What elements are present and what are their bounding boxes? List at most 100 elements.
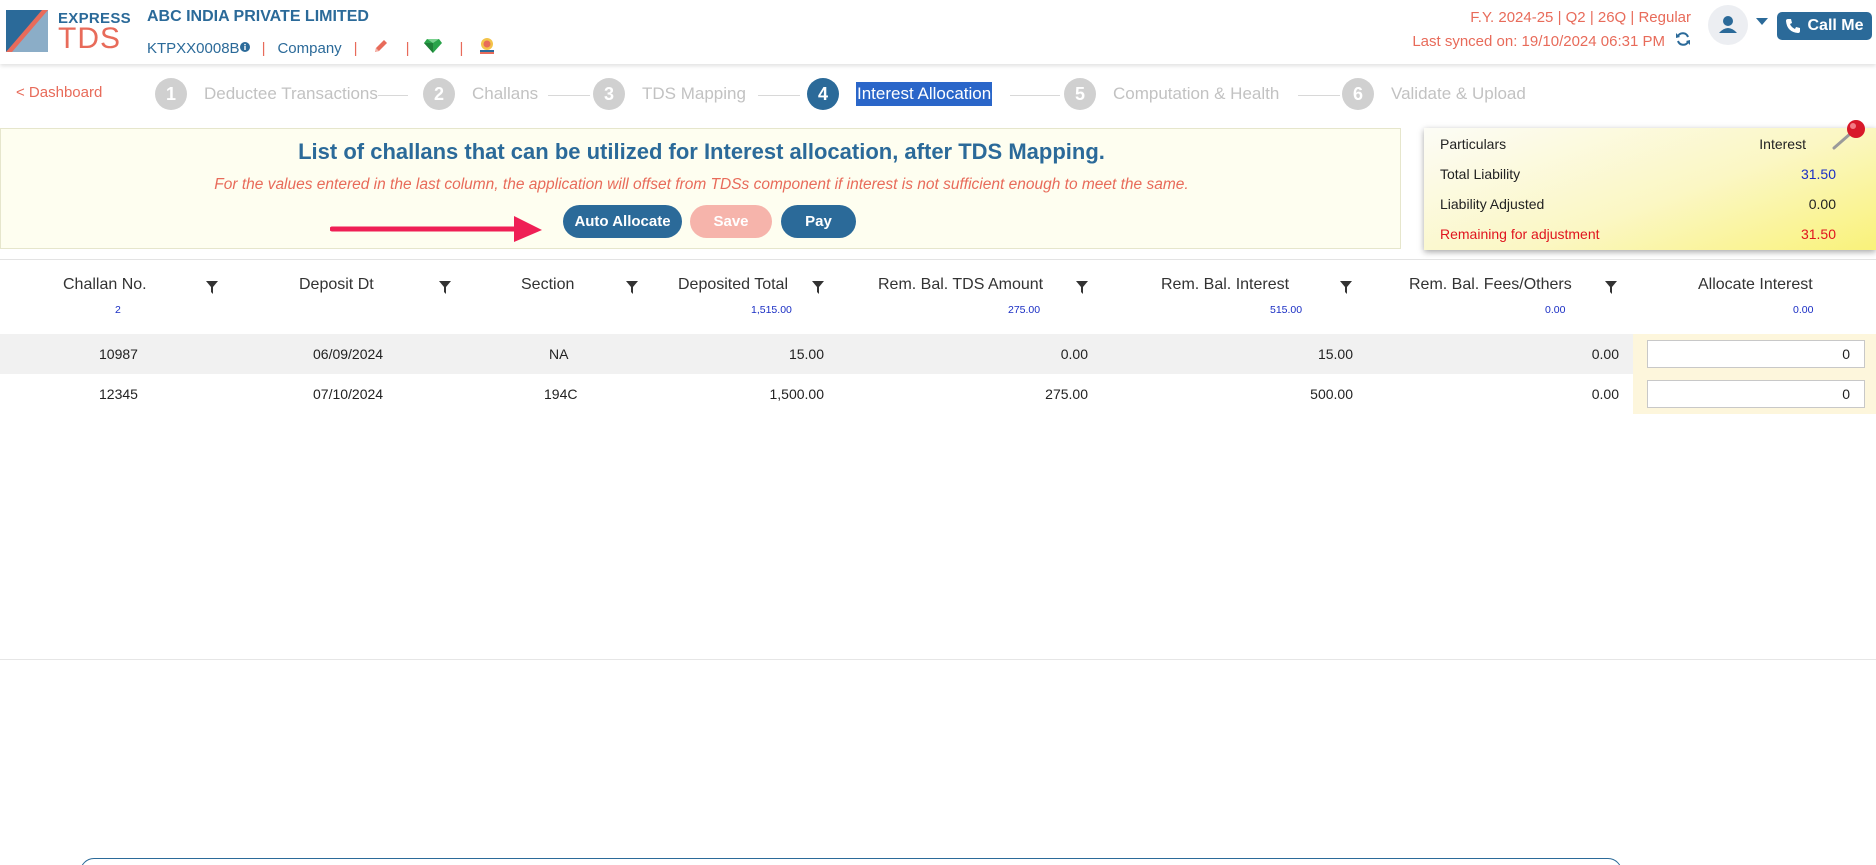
col-total-allocate: 0.00 bbox=[1793, 304, 1814, 316]
call-me-label: Call Me bbox=[1807, 17, 1864, 34]
filter-icon[interactable] bbox=[1605, 281, 1617, 294]
separator: | bbox=[353, 39, 358, 57]
summary-row-remaining: Remaining for adjustment 31.50 bbox=[1440, 226, 1836, 242]
pin-icon[interactable] bbox=[1830, 118, 1870, 152]
step-label: Challans bbox=[472, 84, 539, 103]
table-top-border bbox=[0, 259, 1876, 260]
pointer-arrow-icon bbox=[330, 216, 542, 242]
dashboard-back-link[interactable]: < Dashboard bbox=[16, 84, 102, 101]
table-bottom-border bbox=[0, 659, 1876, 660]
col-total-rem-tds: 275.00 bbox=[1008, 304, 1041, 316]
filter-icon[interactable] bbox=[1340, 281, 1352, 294]
step-number: 2 bbox=[423, 78, 455, 110]
express-tds-logo[interactable]: EXPRESS TDS bbox=[6, 8, 131, 55]
cell-deposit-dt: 07/10/2024 bbox=[313, 386, 384, 402]
filter-icon[interactable] bbox=[626, 281, 638, 294]
col-header-section[interactable]: Section bbox=[521, 276, 574, 294]
summary-col-particulars: Particulars bbox=[1440, 136, 1507, 152]
step-computation-health[interactable]: 5 Computation & Health bbox=[1064, 78, 1279, 110]
cell-rem-interest: 500.00 bbox=[1310, 386, 1353, 402]
last-synced-text: Last synced on: 19/10/2024 06:31 PM bbox=[1412, 33, 1665, 50]
summary-value: 0.00 bbox=[1808, 196, 1836, 212]
info-icon[interactable] bbox=[239, 42, 250, 54]
col-header-challan-no[interactable]: Challan No. bbox=[63, 276, 147, 294]
table-row[interactable]: 12345 07/10/2024 194C 1,500.00 275.00 50… bbox=[0, 374, 1876, 414]
step-interest-allocation[interactable]: 4 Interest Allocation bbox=[807, 78, 993, 110]
cell-section: NA bbox=[549, 346, 569, 362]
summary-row-total-liability: Total Liability 31.50 bbox=[1440, 166, 1836, 182]
col-header-rem-bal-interest[interactable]: Rem. Bal. Interest bbox=[1161, 276, 1289, 294]
step-label: Validate & Upload bbox=[1391, 84, 1526, 103]
filter-icon[interactable] bbox=[206, 281, 218, 294]
step-challans[interactable]: 2 Challans bbox=[423, 78, 538, 110]
banner-title: List of challans that can be utilized fo… bbox=[298, 139, 1105, 164]
sync-refresh-icon[interactable] bbox=[1675, 31, 1691, 52]
col-total-rem-fees: 0.00 bbox=[1545, 304, 1566, 316]
cell-rem-interest: 15.00 bbox=[1317, 346, 1353, 362]
step-deductee-transactions[interactable]: 1 Deductee Transactions bbox=[155, 78, 378, 110]
step-validate-upload[interactable]: 6 Validate & Upload bbox=[1342, 78, 1526, 110]
logo-mark-icon bbox=[6, 10, 48, 52]
step-label: Deductee Transactions bbox=[204, 84, 378, 103]
step-number: 3 bbox=[593, 78, 625, 110]
pay-button[interactable]: Pay bbox=[781, 205, 856, 238]
filter-icon[interactable] bbox=[812, 281, 824, 294]
top-header: EXPRESS TDS ABC INDIA PRIVATE LIMITED KT… bbox=[0, 0, 1876, 64]
step-tds-mapping[interactable]: 3 TDS Mapping bbox=[593, 78, 746, 110]
phone-icon bbox=[1786, 19, 1801, 33]
filter-icon[interactable] bbox=[1076, 281, 1088, 294]
separator: | bbox=[261, 39, 266, 57]
interest-summary-card: Particulars Interest Total Liability 31.… bbox=[1424, 128, 1876, 250]
call-me-button[interactable]: Call Me bbox=[1777, 12, 1872, 40]
logo-tds-text: TDS bbox=[58, 22, 121, 55]
cell-deposit-dt: 06/09/2024 bbox=[313, 346, 384, 362]
step-label: Interest Allocation bbox=[856, 82, 993, 106]
step-label: TDS Mapping bbox=[642, 84, 746, 103]
cell-challan-no: 12345 bbox=[99, 386, 138, 402]
user-avatar[interactable] bbox=[1708, 5, 1748, 45]
summary-value: 31.50 bbox=[1800, 166, 1836, 182]
summary-value: 31.50 bbox=[1800, 226, 1836, 242]
user-icon bbox=[1719, 16, 1737, 33]
last-synced-info: Last synced on: 19/10/2024 06:31 PM bbox=[1412, 31, 1691, 52]
cell-rem-fees: 0.00 bbox=[1591, 386, 1619, 402]
cell-section: 194C bbox=[544, 386, 578, 402]
step-connector bbox=[1010, 95, 1060, 96]
separator: | bbox=[459, 39, 464, 57]
col-header-rem-bal-fees[interactable]: Rem. Bal. Fees/Others bbox=[1409, 276, 1572, 294]
filter-icon[interactable] bbox=[439, 281, 451, 294]
allocate-interest-input[interactable] bbox=[1647, 340, 1865, 368]
app-root: EXPRESS TDS ABC INDIA PRIVATE LIMITED KT… bbox=[0, 0, 1876, 865]
award-medal-icon[interactable] bbox=[477, 36, 497, 60]
step-connector bbox=[758, 95, 800, 96]
edit-pencil-icon[interactable] bbox=[372, 37, 390, 59]
col-header-allocate-interest[interactable]: Allocate Interest bbox=[1698, 276, 1813, 294]
step-number: 1 bbox=[155, 78, 187, 110]
save-button[interactable]: Save bbox=[690, 205, 772, 238]
col-total-rem-interest: 515.00 bbox=[1270, 304, 1303, 316]
chevron-down-icon[interactable] bbox=[1756, 18, 1768, 25]
step-connector bbox=[1298, 95, 1340, 96]
gem-icon[interactable] bbox=[423, 38, 443, 58]
col-header-deposited-total[interactable]: Deposited Total bbox=[678, 276, 788, 294]
cell-rem-tds: 0.00 bbox=[1060, 346, 1088, 362]
summary-header: Particulars Interest bbox=[1440, 136, 1836, 152]
summary-label: Remaining for adjustment bbox=[1440, 226, 1600, 242]
col-header-deposit-dt[interactable]: Deposit Dt bbox=[299, 276, 374, 294]
auto-allocate-button[interactable]: Auto Allocate bbox=[563, 205, 682, 238]
cell-rem-fees: 0.00 bbox=[1591, 346, 1619, 362]
company-name: ABC INDIA PRIVATE LIMITED bbox=[147, 8, 369, 25]
cell-rem-tds: 275.00 bbox=[1045, 386, 1088, 402]
allocate-interest-input[interactable] bbox=[1647, 380, 1865, 408]
summary-row-liability-adjusted: Liability Adjusted 0.00 bbox=[1440, 196, 1836, 212]
cell-challan-no: 10987 bbox=[99, 346, 138, 362]
bottom-panel-edge bbox=[80, 858, 1622, 865]
step-label: Computation & Health bbox=[1113, 84, 1280, 103]
tan-number: KTPXX0008B bbox=[147, 39, 240, 57]
col-header-rem-bal-tds[interactable]: Rem. Bal. TDS Amount bbox=[878, 276, 1043, 294]
table-row[interactable]: 10987 06/09/2024 NA 15.00 0.00 15.00 0.0… bbox=[0, 334, 1876, 374]
col-count-challan: 2 bbox=[115, 304, 121, 316]
summary-label: Total Liability bbox=[1440, 166, 1521, 182]
step-number: 5 bbox=[1064, 78, 1096, 110]
summary-col-interest: Interest bbox=[1759, 136, 1806, 152]
